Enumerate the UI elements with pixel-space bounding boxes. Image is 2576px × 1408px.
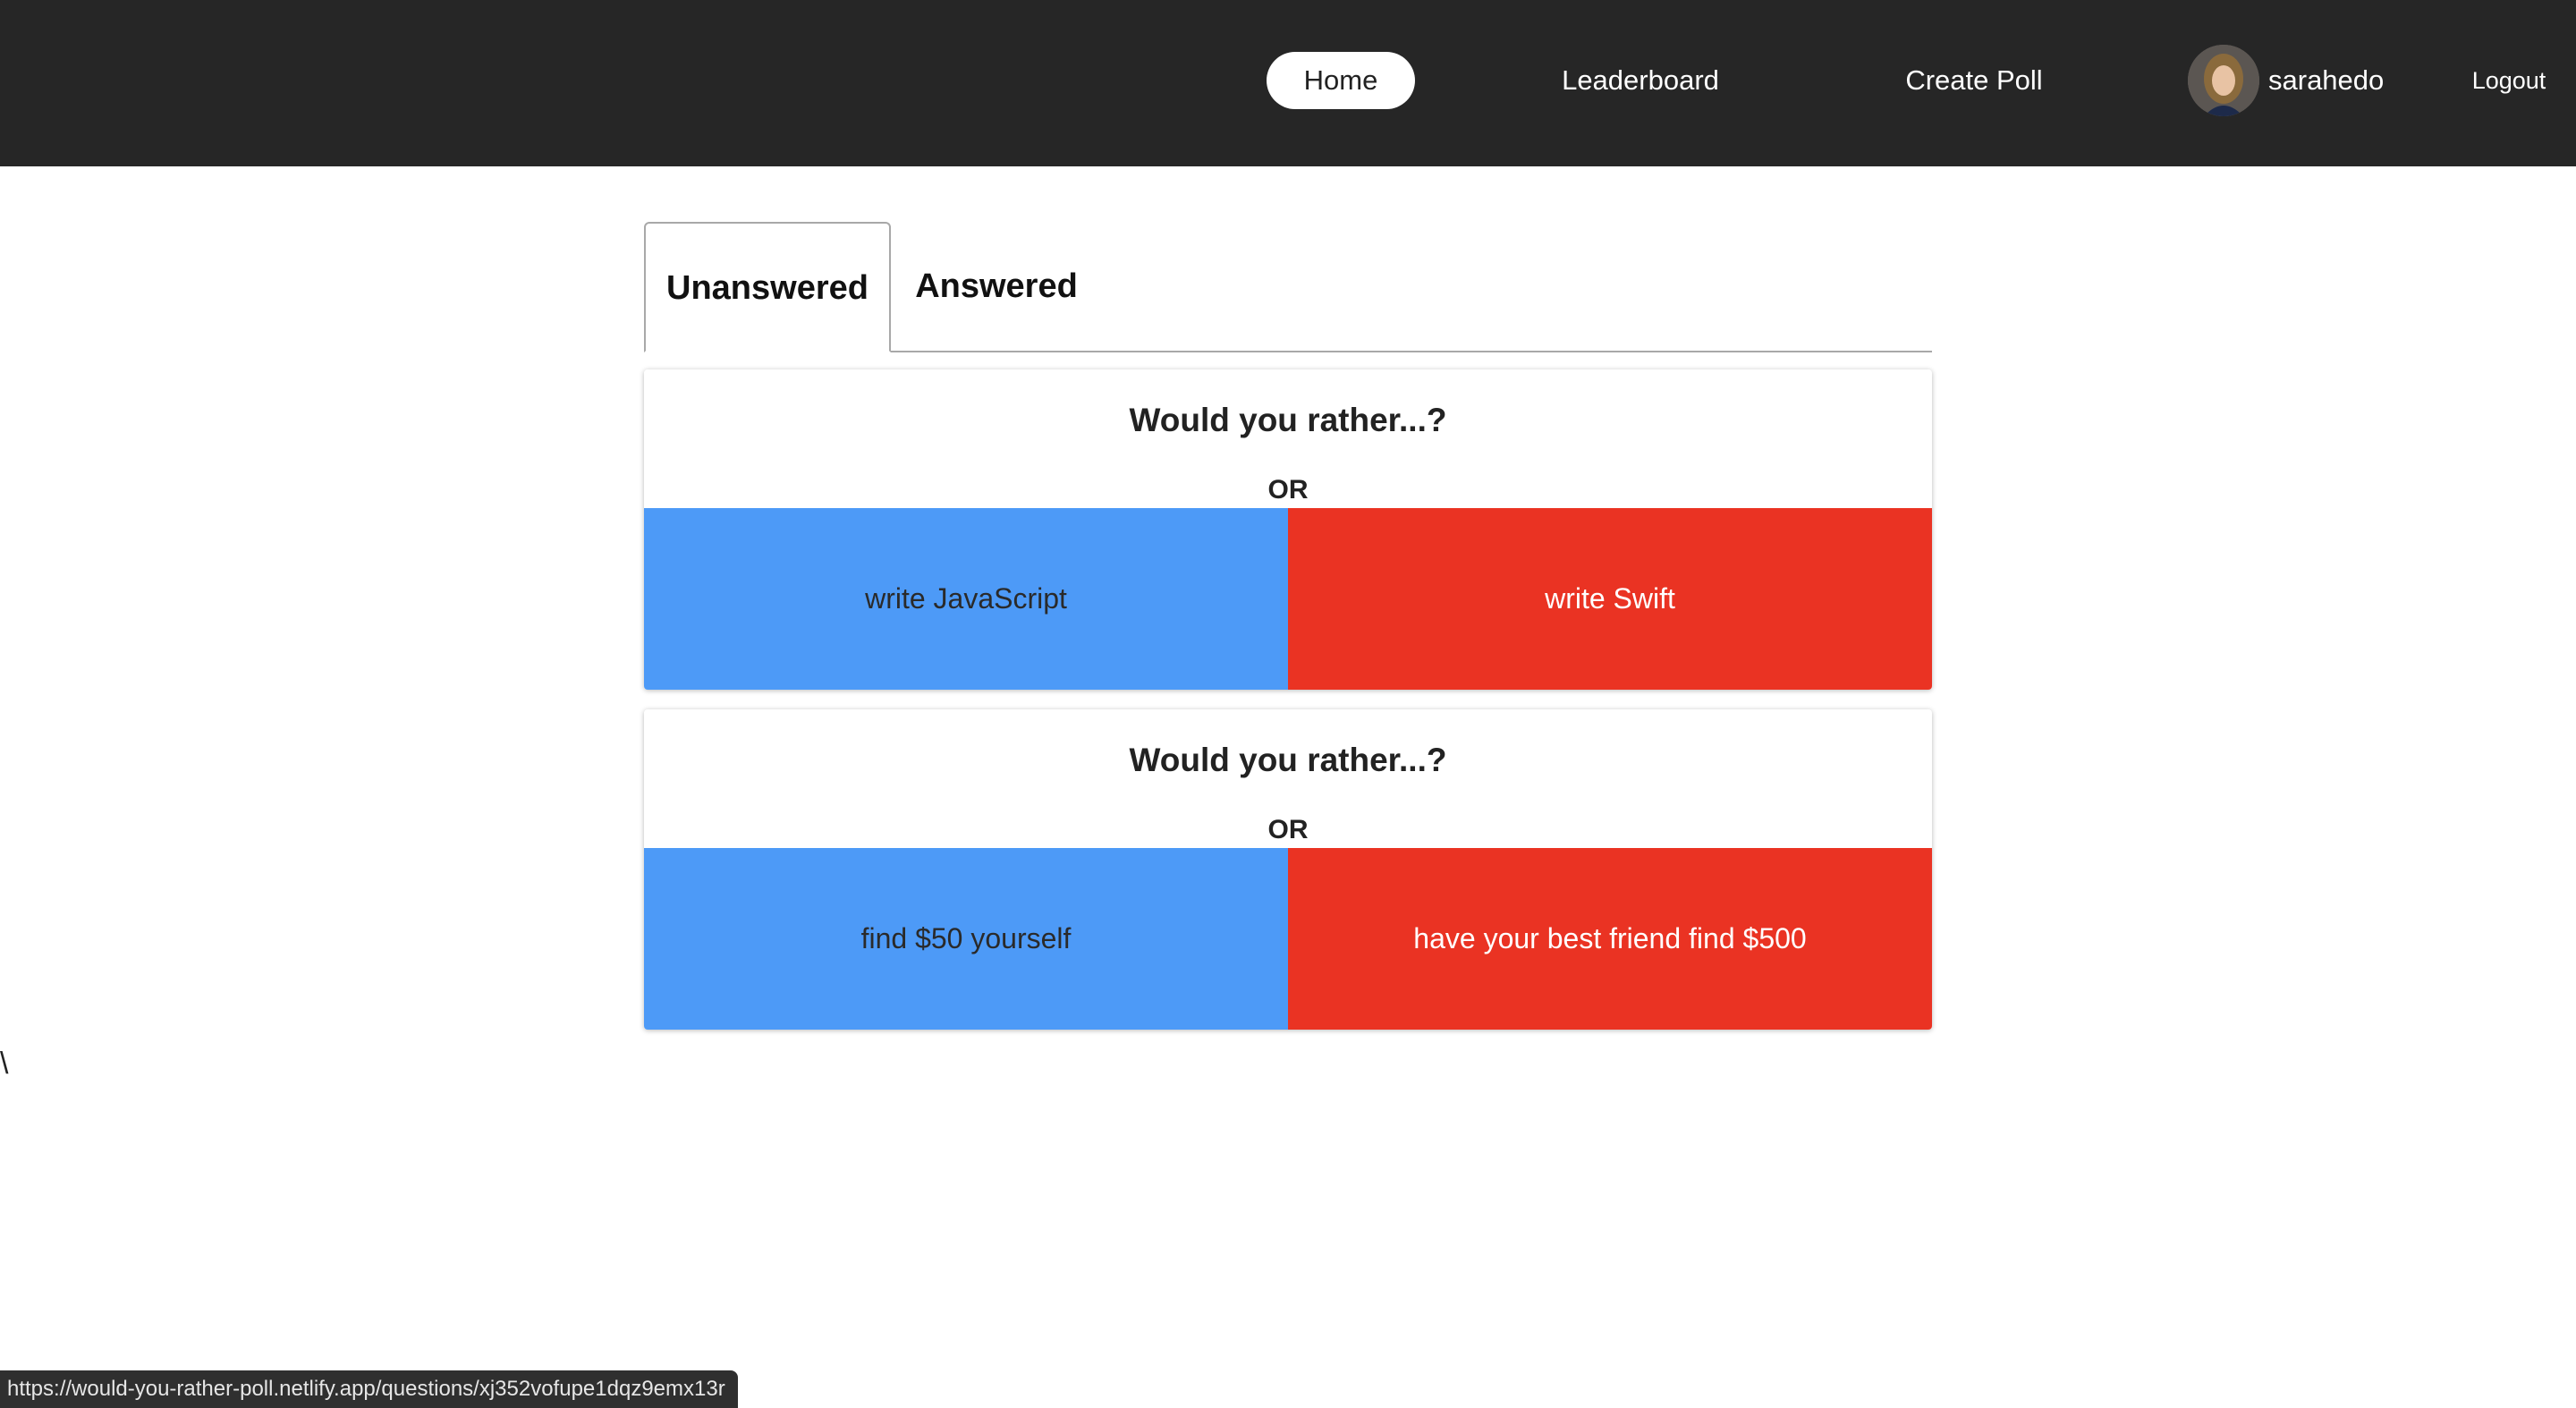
question-tabs: Unanswered Answered [644, 222, 1932, 352]
question-card: Would you rather...? OR write JavaScript… [644, 369, 1932, 690]
or-separator: OR [1267, 475, 1309, 505]
tab-answered[interactable]: Answered [891, 222, 1102, 351]
tab-unanswered[interactable]: Unanswered [644, 222, 891, 352]
user-avatar [2188, 45, 2259, 116]
question-title: Would you rather...? [1129, 742, 1447, 778]
question-title: Would you rather...? [1129, 402, 1447, 438]
stray-backslash-text: \ [0, 1047, 9, 1081]
navbar: Home Leaderboard Create Poll sarahedo Lo… [0, 0, 2576, 166]
option-two-button[interactable]: write Swift [1288, 508, 1932, 690]
option-one-button[interactable]: find $50 yourself [644, 848, 1288, 1030]
option-two-button[interactable]: have your best friend find $500 [1288, 848, 1932, 1030]
username-label: sarahedo [2268, 64, 2385, 96]
nav-home-link[interactable]: Home [1267, 52, 1415, 109]
nav-create-poll-link[interactable]: Create Poll [1878, 52, 2070, 109]
question-card: Would you rather...? OR find $50 yoursel… [644, 709, 1932, 1030]
logout-button[interactable]: Logout [2460, 52, 2558, 109]
nav-leaderboard-link[interactable]: Leaderboard [1521, 52, 1760, 109]
link-status-bar: https://would-you-rather-poll.netlify.ap… [0, 1370, 738, 1408]
option-one-button[interactable]: write JavaScript [644, 508, 1288, 690]
or-separator: OR [1267, 815, 1309, 844]
